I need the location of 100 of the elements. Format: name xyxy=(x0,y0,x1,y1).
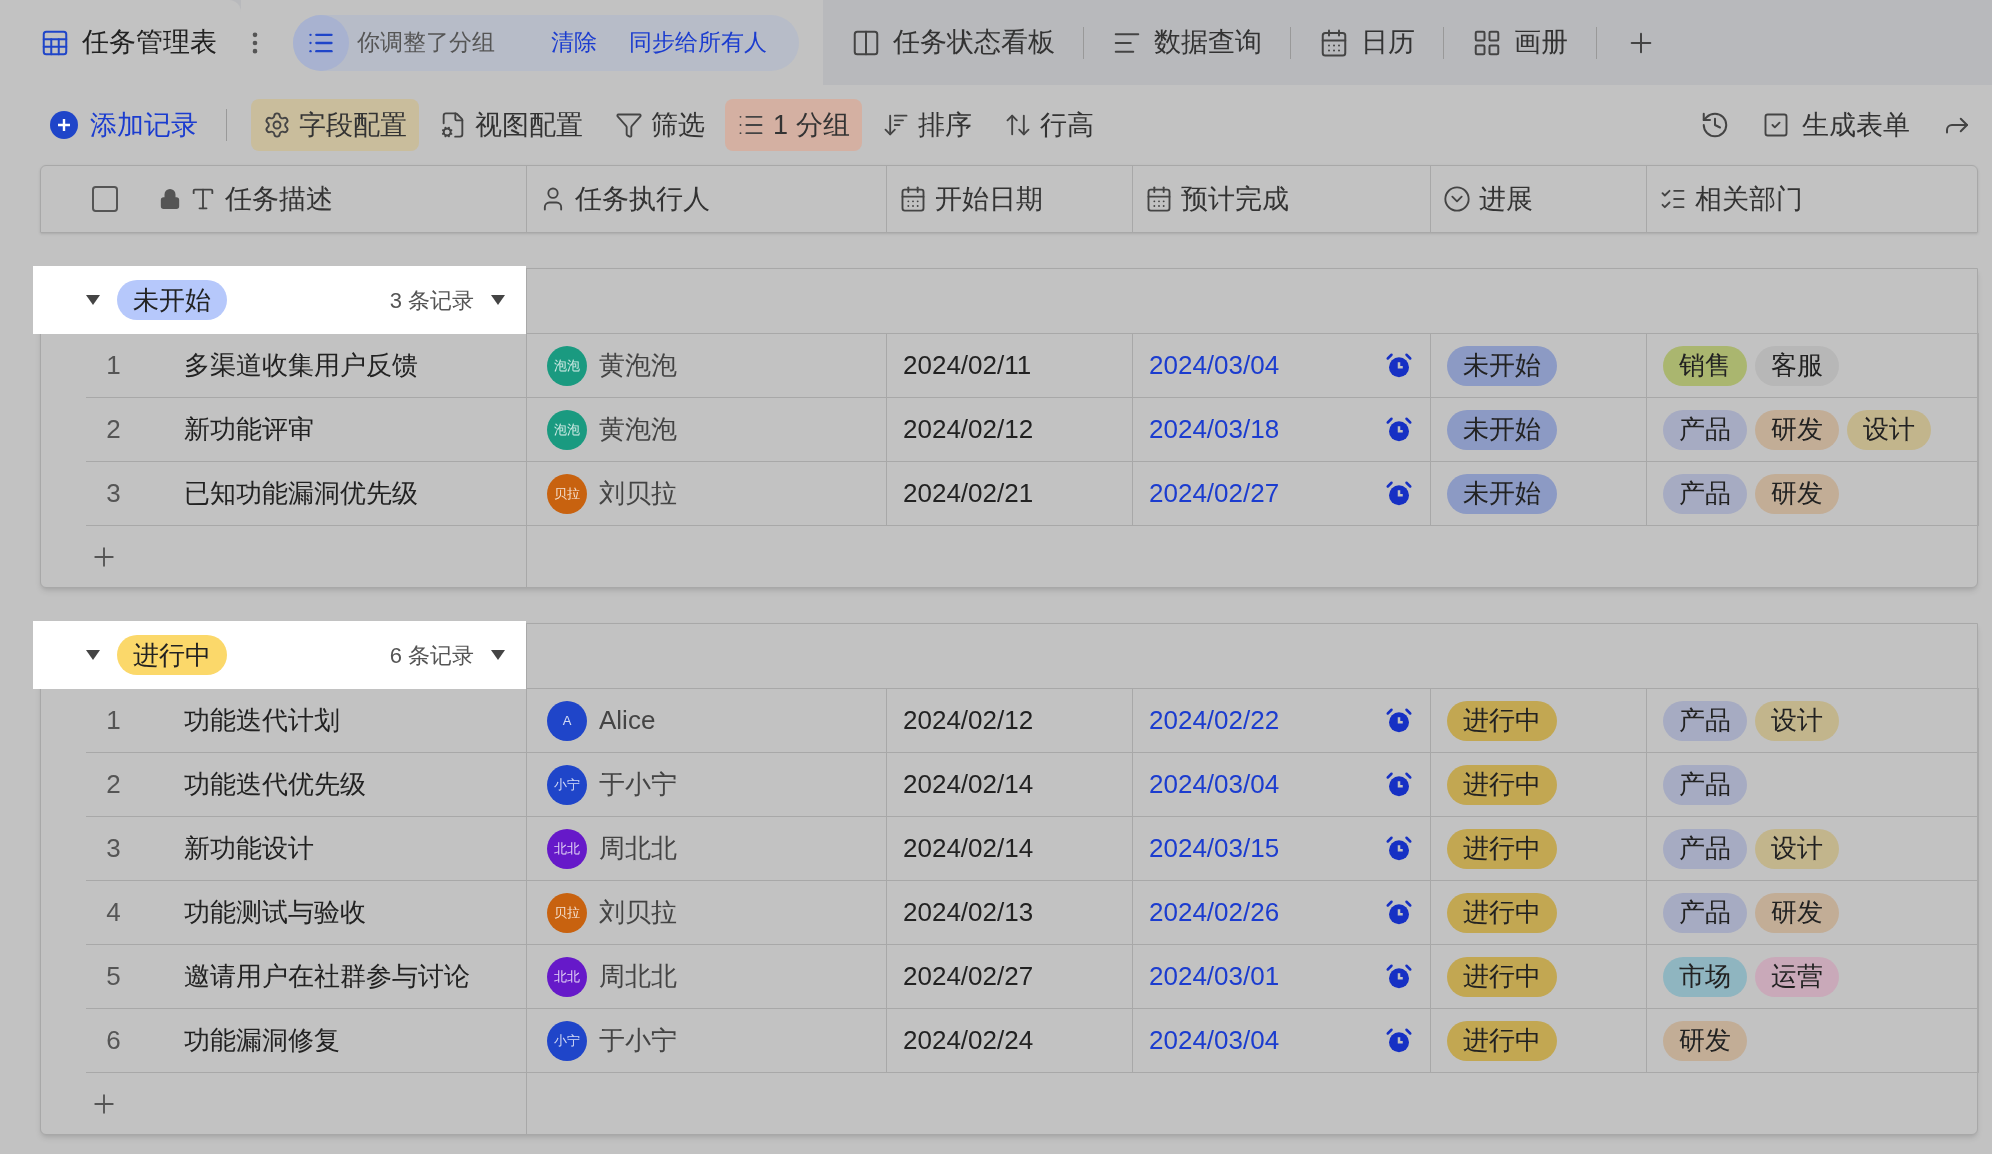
assignee-name: 刘贝拉 xyxy=(599,477,677,510)
checkbox[interactable] xyxy=(89,183,121,215)
notice-link[interactable]: 清除 xyxy=(551,25,597,60)
dropdown-caret-icon[interactable] xyxy=(490,294,506,306)
toolbar-button[interactable]: 1 分组 xyxy=(725,99,862,151)
filter-icon xyxy=(615,111,643,139)
department-tag: 研发 xyxy=(1755,409,1839,450)
due-date[interactable]: 2024/03/04 xyxy=(1149,346,1280,385)
due-date[interactable]: 2024/02/22 xyxy=(1149,701,1280,740)
department-tag: 产品 xyxy=(1663,473,1747,514)
calendar-icon xyxy=(899,185,927,213)
calendar-icon xyxy=(1319,27,1349,58)
column-header[interactable]: 相关部门 xyxy=(1646,166,1979,232)
status-tag: 进行中 xyxy=(1447,700,1557,741)
row-number: 4 xyxy=(105,896,122,929)
task-description: 新功能设计 xyxy=(184,832,314,865)
department-tag: 产品 xyxy=(1663,764,1747,805)
assignee-name: 周北北 xyxy=(599,832,677,865)
toolbar-button[interactable]: 筛选 xyxy=(603,99,717,151)
status-tag: 进行中 xyxy=(1447,828,1557,869)
notice-link[interactable]: 同步给所有人 xyxy=(629,25,767,60)
view-tab[interactable]: 任务管理表 xyxy=(0,0,241,85)
row-number: 2 xyxy=(105,768,122,801)
row-number: 3 xyxy=(105,832,122,865)
row-number: 1 xyxy=(105,704,122,737)
column-header[interactable]: 任务描述 xyxy=(41,166,526,232)
history-icon[interactable] xyxy=(1700,110,1730,140)
notice-text: 你调整了分组 xyxy=(357,28,495,58)
group-label: 未开始 xyxy=(117,280,227,320)
department-tag: 研发 xyxy=(1755,892,1839,933)
toolbar-button[interactable]: 字段配置 xyxy=(251,99,419,151)
avatar: 小宁 xyxy=(547,764,587,805)
department-tag: 产品 xyxy=(1663,892,1747,933)
view-tab[interactable]: 日历 xyxy=(1291,0,1443,85)
column-header[interactable]: 预计完成 xyxy=(1132,166,1430,232)
assignee-name: 黄泡泡 xyxy=(599,413,677,446)
avatar: 北北 xyxy=(547,956,587,997)
view-tab[interactable]: 任务状态看板 xyxy=(823,0,1083,85)
task-description: 多渠道收集用户反馈 xyxy=(184,349,418,382)
status-tag: 进行中 xyxy=(1447,892,1557,933)
department-tag: 产品 xyxy=(1663,828,1747,869)
department-tag: 销售 xyxy=(1663,345,1747,386)
chevron-circle-icon xyxy=(1443,185,1471,213)
start-date: 2024/02/12 xyxy=(903,704,1034,737)
start-date: 2024/02/27 xyxy=(903,960,1034,993)
department-tag: 运营 xyxy=(1755,956,1839,997)
row-number: 5 xyxy=(105,960,122,993)
avatar: 小宁 xyxy=(547,1020,587,1061)
assignee-name: 刘贝拉 xyxy=(599,896,677,929)
caret-icon[interactable] xyxy=(85,649,101,661)
department-tag: 设计 xyxy=(1755,700,1839,741)
status-tag: 进行中 xyxy=(1447,956,1557,997)
department-tag: 研发 xyxy=(1663,1020,1747,1061)
column-header[interactable]: 进展 xyxy=(1430,166,1646,232)
due-date[interactable]: 2024/02/27 xyxy=(1149,474,1280,513)
toolbar-button[interactable]: 行高 xyxy=(991,99,1106,151)
toolbar-button[interactable]: 排序 xyxy=(869,99,984,151)
avatar: 泡泡 xyxy=(547,409,587,450)
view-tab[interactable]: 数据查询 xyxy=(1084,0,1290,85)
task-description: 功能迭代优先级 xyxy=(184,768,366,801)
settings-icon xyxy=(263,111,291,139)
view-tab[interactable]: 画册 xyxy=(1444,0,1596,85)
toolbar-button[interactable]: 视图配置 xyxy=(427,99,595,151)
department-tag: 产品 xyxy=(1663,700,1747,741)
column-header[interactable]: 开始日期 xyxy=(886,166,1132,232)
department-tag: 市场 xyxy=(1663,956,1747,997)
due-date[interactable]: 2024/02/26 xyxy=(1149,893,1280,932)
generate-form-button[interactable]: 生成表单 xyxy=(1762,104,1910,146)
assignee-name: Alice xyxy=(599,704,656,737)
calendar-icon xyxy=(1145,185,1173,213)
dropdown-caret-icon[interactable] xyxy=(490,649,506,661)
task-description: 邀请用户在社群参与讨论 xyxy=(184,960,470,993)
due-date[interactable]: 2024/03/04 xyxy=(1149,1021,1280,1060)
assignee-name: 黄泡泡 xyxy=(599,349,677,382)
row-number: 6 xyxy=(105,1024,122,1057)
caret-icon[interactable] xyxy=(85,294,101,306)
record-count: 6 条记录 xyxy=(389,641,474,670)
record-count: 3 条记录 xyxy=(389,286,474,315)
avatar: A xyxy=(547,700,587,741)
assignee-name: 周北北 xyxy=(599,960,677,993)
department-tag: 客服 xyxy=(1755,345,1839,386)
column-header[interactable]: 任务执行人 xyxy=(526,166,886,232)
avatar: 北北 xyxy=(547,828,587,869)
row-number: 2 xyxy=(105,413,122,446)
row-number: 3 xyxy=(105,477,122,510)
start-date: 2024/02/21 xyxy=(903,477,1034,510)
due-date[interactable]: 2024/03/01 xyxy=(1149,957,1280,996)
start-date: 2024/02/11 xyxy=(903,349,1032,382)
department-tag: 设计 xyxy=(1847,409,1931,450)
lock-icon xyxy=(159,188,181,210)
group-label: 进行中 xyxy=(117,635,227,675)
status-tag: 未开始 xyxy=(1447,473,1557,514)
status-tag: 未开始 xyxy=(1447,409,1557,450)
due-date[interactable]: 2024/03/18 xyxy=(1149,410,1280,449)
avatar: 贝拉 xyxy=(547,892,587,933)
due-date[interactable]: 2024/03/15 xyxy=(1149,829,1280,868)
status-tag: 未开始 xyxy=(1447,345,1557,386)
add-record-button[interactable]: 添加记录 xyxy=(46,104,202,146)
task-description: 功能测试与验收 xyxy=(184,896,366,929)
due-date[interactable]: 2024/03/04 xyxy=(1149,765,1280,804)
